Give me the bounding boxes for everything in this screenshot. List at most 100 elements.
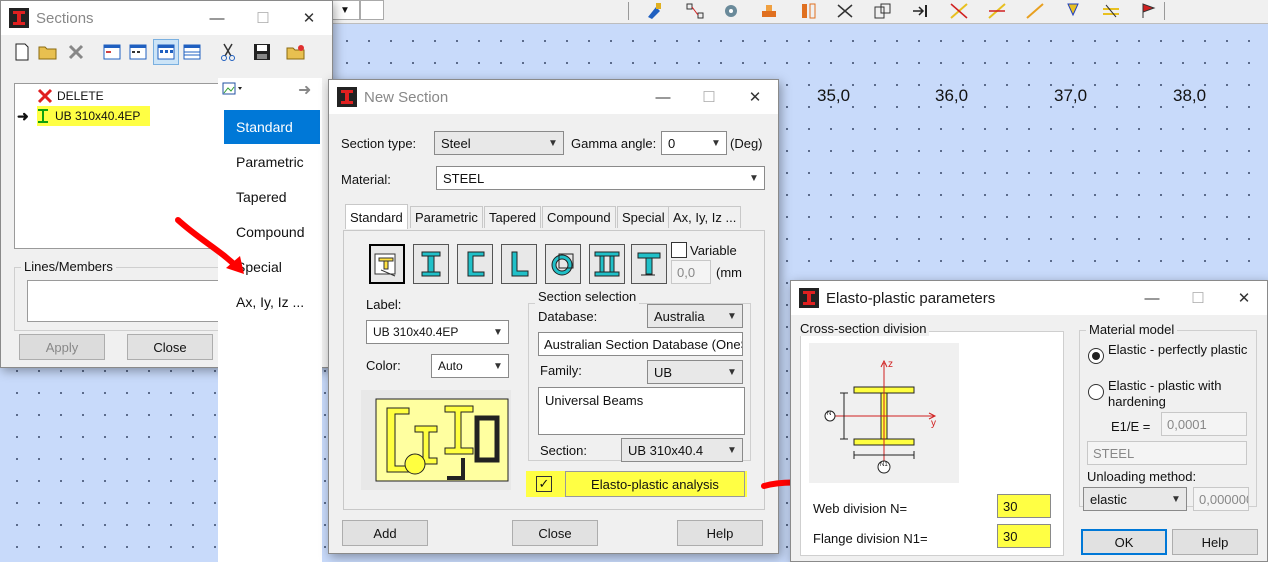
close-button[interactable]: Close bbox=[127, 334, 213, 360]
view-table-icon[interactable] bbox=[181, 41, 203, 63]
arrow-right-icon[interactable]: ➜ bbox=[298, 80, 311, 100]
database-select[interactable]: Australia ▼ bbox=[647, 304, 743, 328]
gamma-value: 0 bbox=[668, 135, 676, 151]
shape-i-section-button[interactable] bbox=[413, 244, 449, 284]
view-list-icon[interactable] bbox=[101, 41, 123, 63]
open-folder-icon[interactable] bbox=[37, 41, 59, 63]
toolbar-load-icon[interactable] bbox=[1062, 0, 1084, 22]
minimize-button[interactable]: — bbox=[640, 80, 686, 114]
minimize-button[interactable]: — bbox=[194, 1, 240, 35]
shape-double-button[interactable] bbox=[589, 244, 625, 284]
cut-icon[interactable] bbox=[217, 41, 239, 63]
shape-angle-button[interactable] bbox=[501, 244, 537, 284]
menu-item-tapered[interactable]: Tapered bbox=[224, 180, 320, 214]
flange-division-input[interactable]: 30 bbox=[997, 524, 1051, 548]
delete-icon[interactable] bbox=[65, 41, 87, 63]
section-select[interactable]: UB 310x40.4 ▼ bbox=[621, 438, 743, 462]
menu-item-standard[interactable]: Standard bbox=[224, 110, 320, 144]
material-select[interactable]: STEEL ▼ bbox=[436, 166, 765, 190]
tab-parametric[interactable]: Parametric bbox=[410, 206, 483, 228]
maximize-button[interactable]: ☐ bbox=[686, 80, 732, 114]
tab-tapered[interactable]: Tapered bbox=[484, 206, 541, 228]
shape-tee-button[interactable] bbox=[631, 244, 667, 284]
toolbar-red-lines-icon[interactable] bbox=[986, 0, 1008, 22]
close-window-button[interactable]: ✕ bbox=[732, 80, 778, 114]
ruler-tick: 37,0 bbox=[1054, 86, 1088, 105]
unloading-label: Unloading method: bbox=[1087, 469, 1197, 484]
view-details-icon[interactable] bbox=[127, 41, 149, 63]
toolbar-nodes-icon[interactable] bbox=[684, 0, 706, 22]
save-icon[interactable] bbox=[251, 41, 273, 63]
toolbar-copy-icon[interactable] bbox=[872, 0, 894, 22]
elasto-plastic-dialog: Elasto-plastic parameters — ☐ ✕ Cross-se… bbox=[790, 280, 1268, 562]
help-button[interactable]: Help bbox=[1172, 529, 1258, 555]
color-select[interactable]: Auto ▼ bbox=[431, 354, 509, 378]
toolbar-flag-icon[interactable] bbox=[1138, 0, 1160, 22]
elasto-plastic-button[interactable]: Elasto-plastic analysis bbox=[565, 471, 745, 497]
close-window-button[interactable]: ✕ bbox=[1221, 281, 1267, 315]
tab-standard[interactable]: Standard bbox=[345, 204, 408, 229]
lines-members-input[interactable] bbox=[27, 280, 221, 322]
add-button[interactable]: Add bbox=[342, 520, 428, 546]
unloading-extra-input[interactable]: 0,000000 bbox=[1193, 487, 1249, 511]
maximize-button[interactable]: ☐ bbox=[1175, 281, 1221, 315]
label-select[interactable]: UB 310x40.4EP ▼ bbox=[366, 320, 509, 344]
unloading-select[interactable]: elastic ▼ bbox=[1083, 487, 1187, 511]
close-window-button[interactable]: ✕ bbox=[286, 1, 332, 35]
new-file-icon[interactable] bbox=[11, 41, 33, 63]
tab-properties[interactable]: Ax, Iy, Iz ... bbox=[668, 206, 742, 228]
favorite-folder-icon[interactable] bbox=[285, 41, 307, 63]
view-grid-icon[interactable] bbox=[153, 39, 179, 65]
toolbar-frame-icon[interactable] bbox=[798, 0, 820, 22]
list-item[interactable]: UB 310x40.4EP bbox=[37, 106, 151, 126]
close-button[interactable]: Close bbox=[512, 520, 598, 546]
family-select[interactable]: UB ▼ bbox=[647, 360, 743, 384]
minimize-button[interactable]: — bbox=[1129, 281, 1175, 315]
radio-elastic-perfectly-plastic[interactable] bbox=[1088, 348, 1104, 364]
sections-titlebar[interactable]: Sections — ☐ ✕ bbox=[1, 1, 332, 35]
toolbar-support-icon[interactable] bbox=[758, 0, 780, 22]
ok-button[interactable]: OK bbox=[1081, 529, 1167, 555]
maximize-button[interactable]: ☐ bbox=[240, 1, 286, 35]
toolbar-hatch-icon[interactable] bbox=[1100, 0, 1122, 22]
shape-channel-button[interactable] bbox=[457, 244, 493, 284]
list-item-label: UB 310x40.4EP bbox=[55, 109, 141, 123]
toolbar-dropdown[interactable]: ▼ bbox=[330, 0, 360, 20]
section-tabs: Standard Parametric Tapered Compound Spe… bbox=[341, 204, 769, 232]
shape-standard-db-button[interactable] bbox=[369, 244, 405, 284]
toolbar-step-icon[interactable] bbox=[910, 0, 932, 22]
toolbar-cross-icon[interactable] bbox=[834, 0, 856, 22]
menu-item-parametric[interactable]: Parametric bbox=[224, 145, 320, 179]
toolbar-slash-icon[interactable] bbox=[1024, 0, 1046, 22]
tab-compound[interactable]: Compound bbox=[542, 206, 616, 228]
menu-image-icon[interactable] bbox=[222, 82, 244, 99]
help-button[interactable]: Help bbox=[677, 520, 763, 546]
toolbar-gear-icon[interactable] bbox=[720, 0, 742, 22]
gamma-input[interactable]: 0 ▼ bbox=[661, 131, 727, 155]
tab-special[interactable]: Special bbox=[617, 206, 670, 228]
menu-item-properties[interactable]: Ax, Iy, Iz ... bbox=[224, 285, 320, 319]
toolbar-field[interactable] bbox=[360, 0, 384, 20]
radio-2-label: Elastic - plastic with hardening bbox=[1108, 378, 1222, 409]
toolbar-yellow-lines-icon[interactable] bbox=[948, 0, 970, 22]
section-type-select[interactable]: Steel ▼ bbox=[434, 131, 564, 155]
apply-button[interactable]: Apply bbox=[19, 334, 105, 360]
variable-input[interactable]: 0,0 bbox=[671, 260, 711, 284]
variable-checkbox[interactable] bbox=[671, 242, 687, 258]
elasto-plastic-checkbox[interactable]: ✓ bbox=[536, 476, 552, 492]
radio-elastic-plastic-hardening[interactable] bbox=[1088, 384, 1104, 400]
e1e-input[interactable]: 0,0001 bbox=[1161, 412, 1247, 436]
axis-z-label: z bbox=[888, 359, 893, 370]
section-value: UB 310x40.4 bbox=[628, 442, 704, 458]
list-item[interactable]: DELETE bbox=[37, 87, 104, 105]
chevron-down-icon: ▼ bbox=[548, 137, 558, 149]
list-item-label: DELETE bbox=[57, 89, 104, 103]
shape-tube-button[interactable] bbox=[545, 244, 581, 284]
new-section-titlebar[interactable]: New Section — ☐ ✕ bbox=[329, 80, 778, 114]
web-division-input[interactable]: 30 bbox=[997, 494, 1051, 518]
flange-division-value: 30 bbox=[1003, 528, 1018, 544]
toolbar-tool-icon[interactable] bbox=[644, 0, 666, 22]
elasto-titlebar[interactable]: Elasto-plastic parameters — ☐ ✕ bbox=[791, 281, 1267, 315]
mm-label: (mm bbox=[716, 265, 742, 280]
cross-section-diagram: z y N N1 bbox=[809, 343, 959, 483]
